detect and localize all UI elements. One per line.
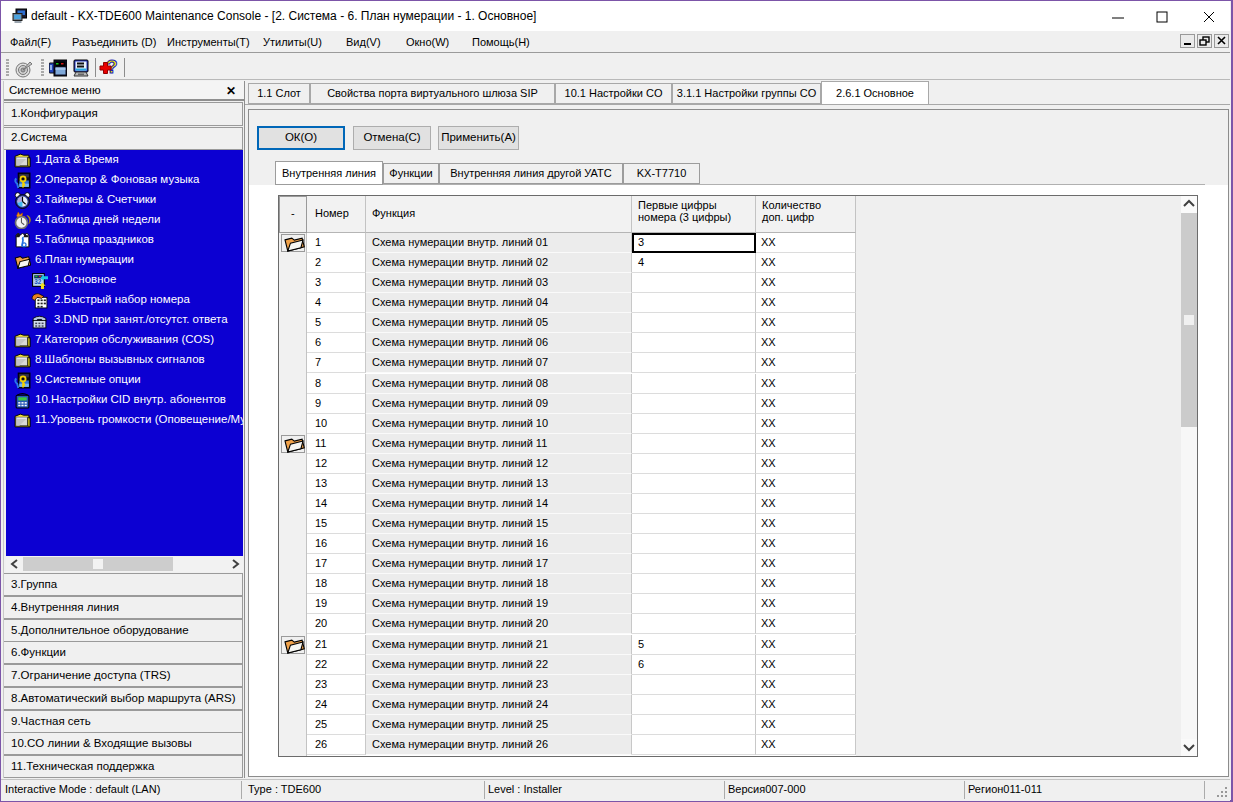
svg-text:32: 32 [34, 278, 42, 285]
